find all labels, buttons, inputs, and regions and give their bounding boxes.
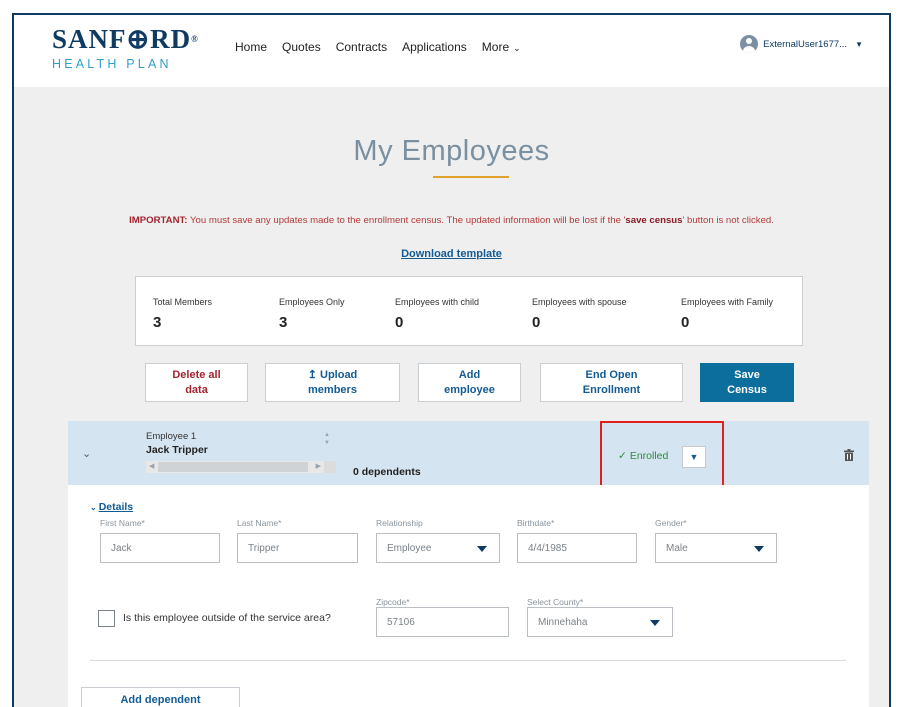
section-divider bbox=[90, 660, 846, 661]
zipcode-label: Zipcode* bbox=[376, 597, 410, 607]
gender-select[interactable]: Male bbox=[655, 533, 777, 563]
caret-down-icon: ▼ bbox=[855, 39, 863, 49]
county-value: Minnehaha bbox=[538, 617, 588, 628]
chevron-down-icon: ⌄ bbox=[90, 503, 97, 512]
upload-label-wrap: ↥ Upload members bbox=[293, 368, 373, 398]
relationship-value: Employee bbox=[387, 543, 432, 554]
nav-home[interactable]: Home bbox=[235, 40, 267, 54]
end-enrollment-label: End Open Enrollment bbox=[582, 368, 641, 396]
nav-more-label: More bbox=[481, 40, 510, 54]
end-open-enrollment-button[interactable]: End Open Enrollment bbox=[540, 363, 683, 402]
chevron-down-icon: ⌄ bbox=[513, 43, 521, 53]
employee-details-panel: ⌄ Details First Name* Jack Last Name* Tri… bbox=[68, 485, 869, 707]
avatar-icon bbox=[740, 35, 759, 53]
delete-all-data-button[interactable]: Delete all data bbox=[145, 363, 248, 402]
delete-all-label: Delete all data bbox=[172, 368, 221, 396]
add-employee-button[interactable]: Add employee bbox=[418, 363, 521, 402]
stat-employees-only: Employees Only 3 bbox=[279, 297, 345, 331]
user-name: ExternalUser1677... bbox=[763, 38, 848, 50]
employee-name: Jack Tripper bbox=[146, 444, 208, 456]
dropdown-arrow-icon bbox=[650, 620, 660, 626]
nav-applications[interactable]: Applications bbox=[402, 40, 467, 54]
county-select[interactable]: Minnehaha bbox=[527, 607, 673, 637]
page-title: My Employees bbox=[353, 135, 550, 167]
details-toggle[interactable]: ⌄ Details bbox=[90, 501, 133, 513]
notice-label: IMPORTANT: bbox=[129, 215, 188, 226]
stat-label: Employees with child bbox=[395, 297, 480, 307]
stat-value: 3 bbox=[279, 314, 288, 331]
status-highlight-box bbox=[600, 421, 724, 487]
stat-value: 0 bbox=[395, 314, 404, 331]
title-underline bbox=[433, 176, 509, 178]
stat-value: 3 bbox=[153, 314, 162, 331]
vertical-scrollbar[interactable]: ▲ ▼ bbox=[324, 431, 334, 465]
birthdate-input[interactable]: 4/4/1985 bbox=[517, 533, 637, 563]
logo-subtitle: HEALTH PLAN bbox=[52, 57, 172, 71]
important-notice: IMPORTANT: You must save any updates mad… bbox=[14, 215, 889, 226]
logo-wordmark: SANF⊕RD® bbox=[52, 24, 199, 54]
notice-strong: save census bbox=[625, 215, 683, 226]
horizontal-scrollbar[interactable]: ◀ ▶ bbox=[146, 461, 324, 473]
stat-employees-with-family: Employees with Family 0 bbox=[681, 297, 773, 331]
dependents-count: 0 dependents bbox=[353, 466, 421, 478]
notice-text-after: ' button is not clicked. bbox=[682, 215, 774, 226]
chevron-down-icon[interactable]: ⌄ bbox=[82, 447, 91, 460]
scrollbar-thumb[interactable] bbox=[158, 462, 308, 472]
sanford-logo[interactable]: SANF⊕RD® HEALTH PLAN bbox=[52, 26, 212, 76]
relationship-label: Relationship bbox=[376, 518, 423, 528]
gender-value: Male bbox=[666, 543, 688, 554]
stat-label: Employees Only bbox=[279, 297, 345, 307]
download-template-link[interactable]: Download template bbox=[14, 248, 889, 260]
relationship-select[interactable]: Employee bbox=[376, 533, 500, 563]
stat-label: Employees with spouse bbox=[532, 297, 627, 307]
scrollbar-corner bbox=[324, 461, 336, 473]
scroll-up-arrow-icon[interactable]: ▲ bbox=[324, 431, 334, 439]
census-stats-card: Total Members 3 Employees Only 3 Employe… bbox=[135, 276, 803, 346]
employee-label: Employee 1 bbox=[146, 431, 197, 442]
last-name-input[interactable]: Tripper bbox=[237, 533, 358, 563]
birthdate-label: Birthdate* bbox=[517, 518, 555, 528]
nav-more[interactable]: More ⌄ bbox=[482, 40, 521, 54]
nav-quotes[interactable]: Quotes bbox=[282, 40, 321, 54]
main-nav: Home Quotes Contracts Applications More ⌄ bbox=[235, 40, 521, 54]
county-label: Select County* bbox=[527, 597, 584, 607]
dropdown-arrow-icon bbox=[477, 546, 487, 552]
outside-service-area-checkbox[interactable] bbox=[98, 610, 115, 627]
stat-employees-with-spouse: Employees with spouse 0 bbox=[532, 297, 627, 331]
last-name-label: Last Name* bbox=[237, 518, 282, 528]
stat-label: Employees with Family bbox=[681, 297, 774, 307]
site-header: SANF⊕RD® HEALTH PLAN Home Quotes Contrac… bbox=[14, 15, 889, 87]
upload-icon: ↥ bbox=[307, 368, 317, 381]
stat-total-members: Total Members 3 bbox=[153, 297, 212, 331]
scroll-down-arrow-icon[interactable]: ▼ bbox=[324, 439, 334, 447]
scroll-right-arrow-icon[interactable]: ▶ bbox=[316, 461, 321, 473]
stat-employees-with-child: Employees with child 0 bbox=[395, 297, 479, 331]
trash-icon[interactable] bbox=[844, 449, 854, 461]
zipcode-input[interactable]: 57106 bbox=[376, 607, 509, 637]
upload-members-button[interactable]: ↥ Upload members bbox=[265, 363, 400, 402]
user-menu[interactable]: ExternalUser1677... ▼ bbox=[740, 35, 863, 53]
employee-row[interactable]: ⌄ Employee 1 Jack Tripper ▲ ▼ ◀ ▶ 0 depe… bbox=[68, 421, 869, 485]
details-toggle-label: Details bbox=[98, 501, 134, 513]
add-employee-label: Add employee bbox=[444, 368, 495, 396]
stat-value: 0 bbox=[681, 314, 690, 331]
stat-value: 0 bbox=[532, 314, 541, 331]
first-name-input[interactable]: Jack bbox=[100, 533, 220, 563]
scroll-left-arrow-icon[interactable]: ◀ bbox=[149, 461, 154, 473]
stat-label: Total Members bbox=[153, 297, 213, 307]
save-census-button[interactable]: Save Census bbox=[700, 363, 794, 402]
gender-label: Gender* bbox=[655, 518, 687, 528]
dropdown-arrow-icon bbox=[754, 546, 764, 552]
notice-text-before: You must save any updates made to the en… bbox=[187, 215, 626, 226]
add-dependent-button[interactable]: Add dependent bbox=[81, 687, 240, 707]
nav-contracts[interactable]: Contracts bbox=[336, 40, 387, 54]
outside-service-area-label: Is this employee outside of the service … bbox=[123, 612, 331, 624]
save-census-label: Save Census bbox=[727, 368, 767, 396]
app-frame: SANF⊕RD® HEALTH PLAN Home Quotes Contrac… bbox=[12, 13, 891, 707]
first-name-label: First Name* bbox=[100, 518, 145, 528]
